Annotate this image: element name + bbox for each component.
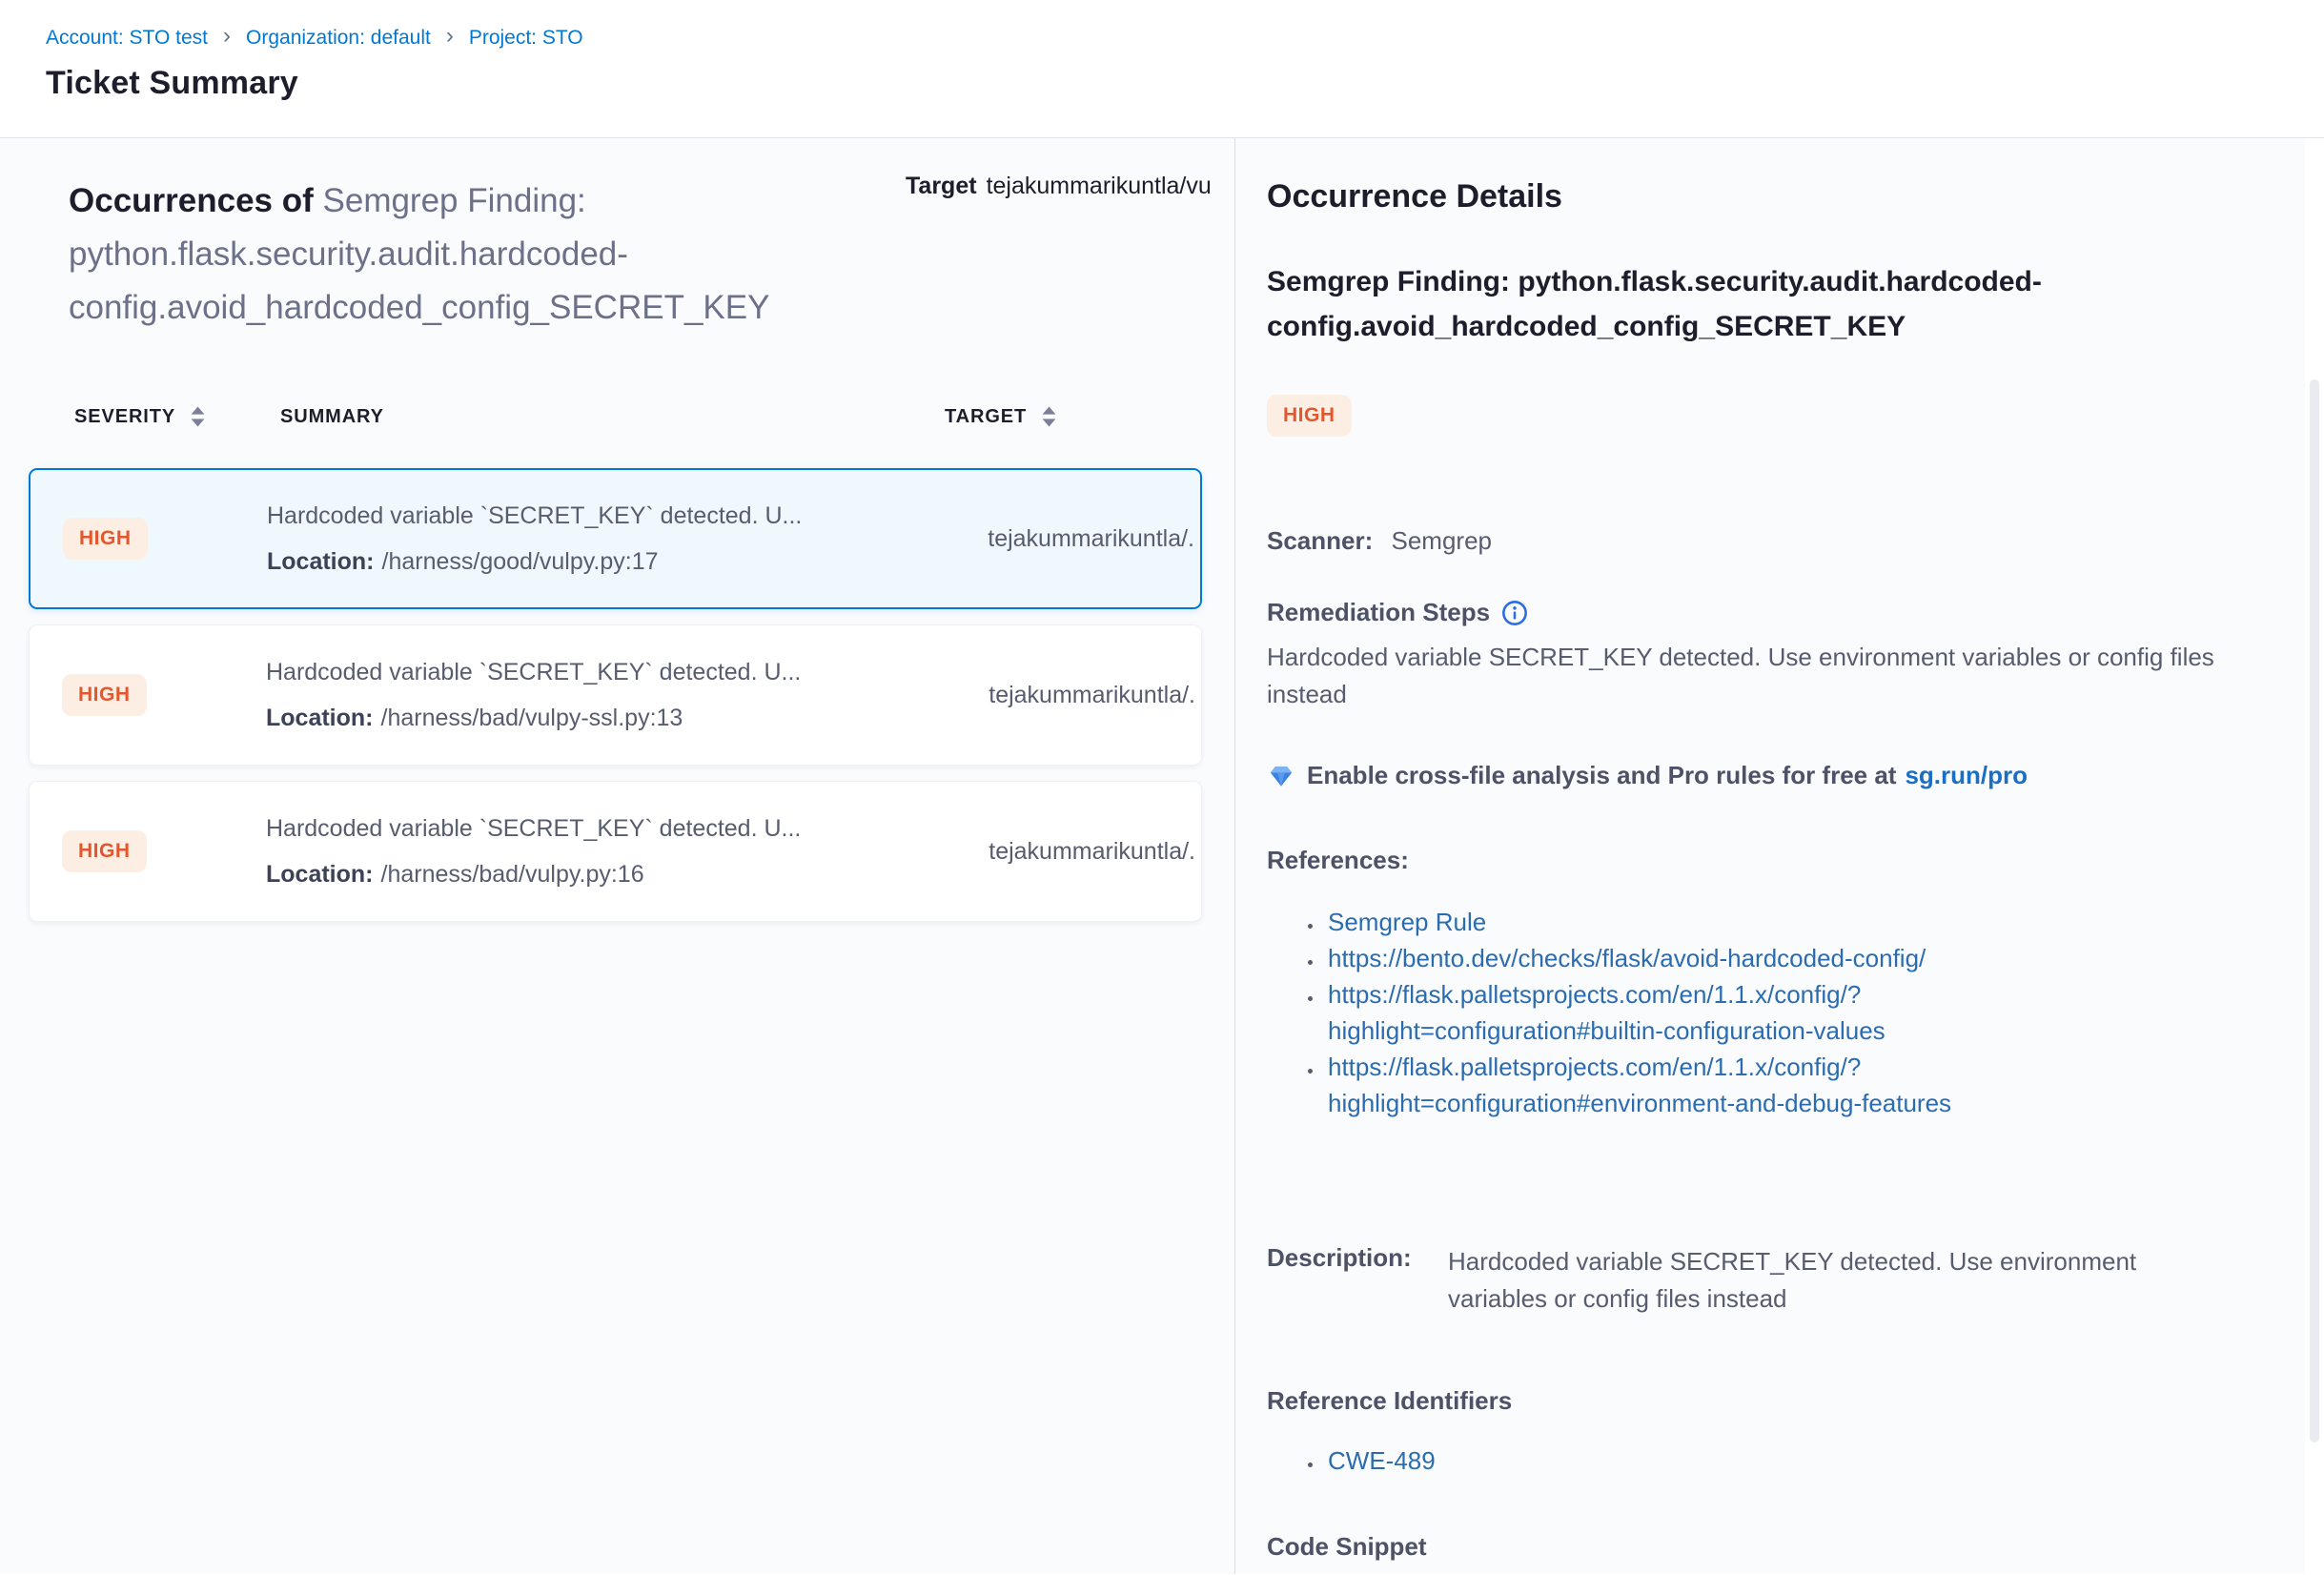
page-title: Ticket Summary (46, 65, 2324, 102)
summary-cell: Hardcoded variable `SECRET_KEY` detected… (267, 501, 939, 576)
severity-badge: HIGH (1267, 395, 1352, 437)
breadcrumb-account-link[interactable]: Account: STO test (46, 27, 208, 50)
occurrence-details-panel: Occurrence Details Semgrep Finding: pyth… (1235, 138, 2324, 1574)
pro-upsell-row: Enable cross-file analysis and Pro rules… (1267, 761, 2267, 790)
summary-text: Hardcoded variable `SECRET_KEY` detected… (267, 501, 939, 530)
severity-cell: HIGH (63, 518, 267, 560)
occurrences-heading: Occurrences of Semgrep Finding: python.f… (69, 174, 955, 335)
occurrences-heading-prefix: Occurrences of (69, 182, 314, 219)
severity-cell: HIGH (62, 674, 266, 716)
occurrence-row[interactable]: HIGH Hardcoded variable `SECRET_KEY` det… (29, 468, 1202, 609)
scanner-row: Scanner: Semgrep (1267, 526, 2267, 556)
location-value: /harness/bad/vulpy.py:16 (381, 861, 644, 888)
remediation-label: Remediation Steps (1267, 598, 1490, 627)
location-value: /harness/good/vulpy.py:17 (382, 548, 659, 575)
list-item: CWE-489 (1324, 1442, 1896, 1479)
reference-link[interactable]: https://flask.palletsprojects.com/en/1.1… (1328, 1053, 1951, 1117)
sort-arrows-icon[interactable] (189, 405, 207, 428)
occurrences-panel: Occurrences of Semgrep Finding: python.f… (0, 138, 1235, 1574)
references-list: Semgrep Rule https://bento.dev/checks/fl… (1324, 904, 2106, 1121)
location-value: /harness/bad/vulpy-ssl.py:13 (381, 705, 683, 731)
scanner-value: Semgrep (1392, 526, 1493, 555)
target-cell: tejakummarikuntla/. (939, 525, 1194, 553)
target-summary: Target tejakummarikuntla/vu (906, 173, 1234, 200)
reference-link[interactable]: https://bento.dev/checks/flask/avoid-har… (1328, 944, 1926, 972)
breadcrumb-organization-link[interactable]: Organization: default (246, 27, 431, 50)
description-text: Hardcoded variable SECRET_KEY detected. … (1448, 1243, 2191, 1318)
column-header-target-label: TARGET (945, 406, 1027, 428)
remediation-section: Remediation Steps (1267, 598, 2267, 627)
reference-identifiers-label: Reference Identifiers (1267, 1386, 2267, 1416)
occurrence-row[interactable]: HIGH Hardcoded variable `SECRET_KEY` det… (29, 624, 1202, 766)
location-label: Location: (267, 548, 375, 575)
severity-badge: HIGH (63, 518, 148, 560)
list-item: https://flask.palletsprojects.com/en/1.1… (1324, 976, 2106, 1049)
severity-badge: HIGH (62, 674, 147, 716)
location-label: Location: (266, 705, 374, 731)
list-item: https://flask.palletsprojects.com/en/1.1… (1324, 1049, 2106, 1121)
target-label: Target (906, 173, 977, 199)
pro-upsell-text: Enable cross-file analysis and Pro rules… (1307, 761, 1896, 790)
reference-link[interactable]: Semgrep Rule (1328, 908, 1486, 936)
severity-badge: HIGH (62, 830, 147, 872)
reference-link[interactable]: https://flask.palletsprojects.com/en/1.1… (1328, 980, 1886, 1045)
sort-arrows-icon[interactable] (1040, 405, 1058, 428)
info-circle-icon[interactable] (1501, 600, 1528, 626)
column-header-severity[interactable]: SEVERITY (74, 405, 280, 428)
summary-text: Hardcoded variable `SECRET_KEY` detected… (266, 814, 940, 843)
summary-cell: Hardcoded variable `SECRET_KEY` detected… (266, 658, 940, 732)
scrollbar-track (2305, 138, 2324, 1574)
target-cell: tejakummarikuntla/. (940, 838, 1195, 866)
column-header-target[interactable]: TARGET (945, 405, 1191, 428)
finding-title: Semgrep Finding: python.flask.security.a… (1267, 259, 2172, 349)
reference-identifiers-list: CWE-489 (1324, 1442, 1896, 1479)
cwe-link[interactable]: CWE-489 (1328, 1446, 1436, 1475)
location-label: Location: (266, 861, 374, 888)
severity-cell: HIGH (62, 830, 266, 872)
occurrences-list: HIGH Hardcoded variable `SECRET_KEY` det… (29, 468, 1202, 922)
gem-diamond-icon (1267, 762, 1295, 790)
target-value: tejakummarikuntla/vu (987, 173, 1212, 199)
chevron-right-icon: › (223, 25, 231, 48)
column-header-summary-label: SUMMARY (280, 406, 384, 427)
description-row: Description: Hardcoded variable SECRET_K… (1267, 1243, 2267, 1318)
description-label: Description: (1267, 1243, 1448, 1318)
code-snippet-label: Code Snippet (1267, 1532, 2267, 1562)
details-heading: Occurrence Details (1267, 178, 2267, 215)
pro-link[interactable]: sg.run/pro (1905, 761, 2028, 790)
references-label: References: (1267, 846, 2267, 875)
column-header-summary: SUMMARY (280, 406, 945, 428)
column-header-severity-label: SEVERITY (74, 406, 175, 428)
summary-text: Hardcoded variable `SECRET_KEY` detected… (266, 658, 940, 686)
summary-cell: Hardcoded variable `SECRET_KEY` detected… (266, 814, 940, 889)
scanner-label: Scanner: (1267, 526, 1373, 555)
target-cell: tejakummarikuntla/. (940, 682, 1195, 709)
app-header: Account: STO test › Organization: defaul… (0, 0, 2324, 138)
main-content: Occurrences of Semgrep Finding: python.f… (0, 138, 2324, 1574)
occurrences-table-header: SEVERITY SUMMARY TARGET (74, 405, 1202, 428)
breadcrumb: Account: STO test › Organization: defaul… (46, 27, 2324, 50)
breadcrumb-project-link[interactable]: Project: STO (469, 27, 583, 50)
vertical-scrollbar[interactable] (2310, 379, 2319, 1442)
list-item: https://bento.dev/checks/flask/avoid-har… (1324, 940, 2106, 976)
chevron-right-icon: › (446, 25, 454, 48)
remediation-text: Hardcoded variable SECRET_KEY detected. … (1267, 639, 2258, 713)
list-item: Semgrep Rule (1324, 904, 2106, 940)
occurrence-row[interactable]: HIGH Hardcoded variable `SECRET_KEY` det… (29, 781, 1202, 922)
